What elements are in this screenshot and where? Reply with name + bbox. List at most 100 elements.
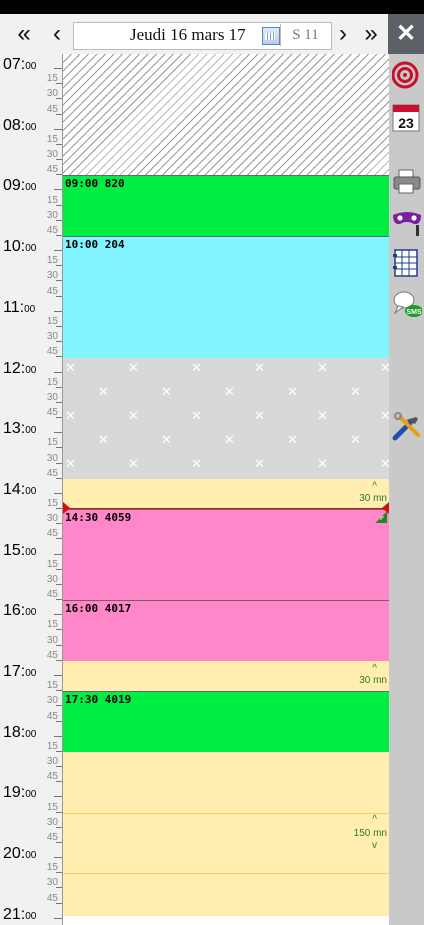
- last-button[interactable]: »: [356, 16, 386, 52]
- hour-label: 15:00: [3, 542, 36, 560]
- mask-icon[interactable]: [392, 207, 422, 237]
- hour-tick: [54, 614, 62, 616]
- hour-value: 08:: [3, 116, 26, 134]
- hour-value: 16:: [3, 602, 26, 620]
- hour-label: 20:00: [3, 845, 36, 863]
- now-marker-left: [63, 502, 70, 515]
- expand-down-icon[interactable]: v: [372, 840, 377, 851]
- cutlery-icon: ✕: [161, 383, 172, 399]
- cutlery-icon: ✕: [254, 407, 265, 423]
- expand-up-icon[interactable]: ^: [372, 663, 377, 674]
- cutlery-icon: ✕: [128, 455, 139, 471]
- hour-value: 14:: [3, 480, 26, 498]
- free-duration: 30 mn: [359, 675, 387, 686]
- hour-tick: [54, 68, 62, 69]
- tools-icon[interactable]: [392, 412, 422, 442]
- lunch-break: ✕✕✕✕✕✕✕✕✕✕✕✕✕✕✕✕✕✕✕✕✕✕✕✕✕✕✕✕✕✕: [63, 357, 389, 479]
- hour-tick: [54, 250, 62, 252]
- hour-tick: [54, 189, 62, 191]
- hour-tick: [54, 857, 62, 859]
- calendar-picker-icon[interactable]: [262, 27, 280, 45]
- agenda-window: « ‹ Jeudi 16 mars 17 S 11 › » ✕ 23 SMS 0…: [0, 0, 424, 925]
- side-toolbar: ✕ 23 SMS: [388, 14, 424, 925]
- appointment-title: 14:30 4059: [65, 511, 132, 525]
- hour-tick: [54, 675, 62, 676]
- hour-label: 21:00: [3, 906, 36, 924]
- appointment-block[interactable]: 09:00 820: [63, 175, 389, 238]
- hour-tick: [54, 432, 62, 434]
- hour-value: 15:: [3, 541, 26, 559]
- hour-minutes: 00: [25, 850, 37, 862]
- calendar-23-icon[interactable]: 23: [392, 102, 422, 132]
- cutlery-icon: ✕: [98, 383, 109, 399]
- hour-value: 17:: [3, 663, 26, 680]
- hour-minutes: 00: [25, 607, 37, 619]
- cutlery-icon: ✕: [224, 431, 235, 447]
- hour-tick: [54, 553, 62, 555]
- cutlery-icon: ✕: [191, 455, 202, 471]
- hour-value: 19:: [3, 784, 26, 802]
- hour-value: 12:: [3, 359, 26, 377]
- appointment-title: 09:00 820: [65, 177, 125, 191]
- hour-label: 19:00: [3, 784, 36, 802]
- hour-tick: [54, 735, 62, 737]
- hour-value: 18:: [3, 723, 26, 741]
- appointment-title: 16:00 4017: [65, 602, 132, 616]
- cutlery-icon: ✕: [191, 359, 202, 375]
- grid-calendar-icon[interactable]: [392, 248, 422, 278]
- hour-minutes: 00: [25, 182, 37, 194]
- hour-minutes: 00: [25, 789, 37, 801]
- target-icon[interactable]: [392, 60, 422, 90]
- appointment-block[interactable]: 14:30 4059: [63, 509, 389, 602]
- free-slot[interactable]: ^ 30 mn: [63, 661, 389, 692]
- cutlery-icon: ✕: [380, 408, 389, 424]
- day-schedule-grid: 09:00 820 10:00 204 14:30 4059 16:00 4017 17…: [62, 54, 389, 925]
- hour-label: 10:00: [3, 238, 36, 256]
- hour-value: 10:: [3, 238, 26, 256]
- cutlery-icon: ✕: [224, 383, 235, 399]
- sms-icon[interactable]: SMS: [392, 289, 422, 319]
- free-slot[interactable]: ^ 30 mn: [63, 478, 389, 510]
- hour-tick: [54, 917, 62, 919]
- first-button[interactable]: «: [8, 16, 40, 52]
- cutlery-icon: ✕: [317, 455, 328, 471]
- printer-icon[interactable]: [392, 166, 422, 196]
- current-time-line: [63, 508, 389, 510]
- hour-tick: [54, 796, 62, 798]
- hour-minutes: 00: [25, 485, 37, 497]
- cutlery-icon: ✕: [191, 407, 202, 423]
- hour-gridline: [63, 873, 389, 875]
- calendar-day-number: 23: [398, 115, 414, 131]
- hour-label: 16:00: [3, 602, 36, 620]
- cutlery-icon: ✕: [128, 407, 139, 423]
- hour-label: 14:00: [3, 481, 36, 499]
- cutlery-icon: ✕: [350, 431, 361, 447]
- cutlery-icon: ✕: [254, 359, 265, 375]
- hour-tick: [54, 310, 62, 312]
- prev-button[interactable]: ‹: [44, 16, 70, 52]
- next-button[interactable]: ›: [330, 16, 356, 52]
- close-button[interactable]: ✕: [388, 14, 424, 54]
- expand-up-icon[interactable]: ^: [372, 814, 377, 825]
- hour-label: 17:00: [3, 663, 36, 681]
- appointment-title: 10:00 204: [65, 238, 125, 252]
- cutlery-icon: ✕: [161, 431, 172, 447]
- cutlery-icon: ✕: [350, 383, 361, 399]
- date-label: Jeudi 16 mars 17: [130, 25, 246, 44]
- hour-minutes: 00: [25, 668, 37, 679]
- hour-minutes: 00: [25, 910, 37, 922]
- free-slot[interactable]: ^ 150 mn v: [63, 752, 389, 916]
- appointment-block[interactable]: 10:00 204: [63, 236, 389, 359]
- hour-label: 11:00: [3, 299, 35, 317]
- cutlery-icon: ✕: [380, 360, 389, 376]
- sms-badge: SMS: [406, 309, 422, 316]
- hour-value: 20:: [3, 845, 26, 863]
- cutlery-icon: ✕: [98, 431, 109, 447]
- free-duration: 150 mn: [353, 827, 387, 839]
- appointment-block[interactable]: 16:00 4017: [63, 600, 389, 662]
- expand-up-icon[interactable]: ^: [372, 481, 377, 492]
- hour-label: 09:00: [3, 177, 36, 195]
- appointment-block[interactable]: 17:30 4019: [63, 691, 389, 754]
- week-number: S 11: [280, 24, 330, 46]
- date-field[interactable]: Jeudi 16 mars 17 S 11: [73, 22, 332, 50]
